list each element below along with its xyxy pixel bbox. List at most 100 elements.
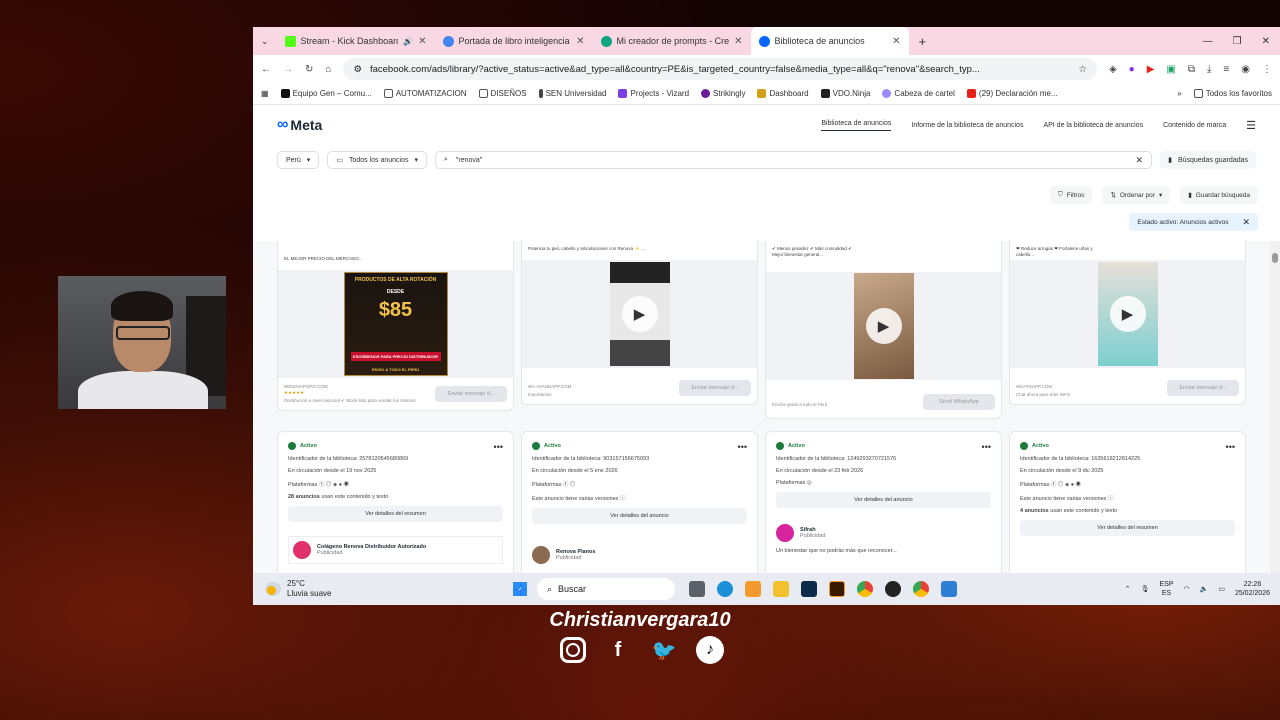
bookmark-folder[interactable]: DISEÑOS	[478, 89, 527, 98]
saved-searches-button[interactable]: ▮ Búsquedas guardadas	[1160, 151, 1256, 169]
tab-kick[interactable]: Stream - Kick Dashboard 🔊 ✕	[277, 27, 435, 55]
summary-details-button[interactable]: Ver detalles del resumen	[1020, 520, 1235, 536]
restore-icon[interactable]: ❐	[1233, 36, 1242, 47]
new-tab-icon[interactable]: +	[909, 34, 937, 49]
bookmark-item[interactable]: Dashboard	[757, 89, 809, 98]
bookmark-item[interactable]: VDO.Ninja	[820, 89, 870, 98]
country-select[interactable]: Perú ▾	[277, 151, 320, 169]
more-options-icon[interactable]: •••	[494, 442, 503, 452]
chrome-icon[interactable]	[913, 581, 929, 597]
send-message-button[interactable]: Enviar mensaje d...	[679, 380, 751, 396]
ad-video[interactable]: ▶	[1097, 262, 1158, 366]
active-status-chip[interactable]: Estado activo: Anuncios activos ✕	[1129, 213, 1258, 231]
close-window-icon[interactable]: ✕	[1262, 36, 1270, 47]
advertiser[interactable]: Sifrah Publicidad	[776, 524, 991, 542]
extension-icon[interactable]: ●	[1129, 64, 1135, 75]
close-tab-icon[interactable]: ✕	[576, 36, 584, 47]
send-message-button[interactable]: Enviar mensaje d...	[435, 386, 507, 402]
hamburger-icon[interactable]: ☰	[1246, 119, 1256, 132]
home-icon[interactable]: ⌂	[325, 64, 331, 75]
advertiser[interactable]: Colágeno Renova Distribuidor Autorizado P…	[288, 536, 503, 564]
site-info-icon[interactable]: ⚙	[353, 64, 362, 75]
bookmark-star-icon[interactable]: ☆	[1078, 64, 1087, 75]
menu-icon[interactable]: ≡	[1223, 64, 1229, 75]
filters-button[interactable]: ⛉ Filtros	[1049, 186, 1093, 204]
extensions-puzzle-icon[interactable]: ⧉	[1188, 64, 1195, 75]
microphone-icon[interactable]: 🎙	[1141, 585, 1150, 593]
nav-branded-content[interactable]: Contenido de marca	[1163, 122, 1226, 129]
bookmark-item[interactable]: SEN Universidad	[538, 89, 606, 98]
play-icon[interactable]: ▶	[1109, 296, 1146, 332]
clear-search-icon[interactable]: ✕	[1136, 155, 1144, 166]
forward-icon[interactable]: →	[283, 64, 293, 75]
minimize-icon[interactable]: —	[1203, 36, 1213, 47]
chrome-icon[interactable]	[857, 581, 873, 597]
nav-api[interactable]: API de la biblioteca de anuncios	[1043, 122, 1143, 129]
bookmark-item[interactable]: Cabeza de cartel	[882, 89, 955, 98]
close-tab-icon[interactable]: ✕	[418, 36, 426, 47]
tab-prompts[interactable]: Mi creador de prompts - Creac ✕	[593, 27, 751, 55]
play-icon[interactable]: ▶	[865, 308, 902, 344]
tray-chevron-icon[interactable]: ⌃	[1125, 585, 1131, 593]
kebab-menu-icon[interactable]: ⋮	[1262, 64, 1272, 75]
reload-icon[interactable]: ↻	[305, 64, 313, 75]
file-explorer-icon[interactable]	[773, 581, 789, 597]
windows-start-icon[interactable]	[513, 582, 527, 596]
more-options-icon[interactable]: •••	[738, 442, 747, 452]
extension-icon[interactable]: ▣	[1166, 64, 1175, 75]
ad-creative-image[interactable]: PRODUCTOS DE ALTA ROTACIÓN DESDE $85 ESC…	[343, 272, 448, 376]
bookmark-folder[interactable]: AUTOMATIZACION	[383, 89, 467, 98]
all-bookmarks[interactable]: Todos los favoritos	[1193, 89, 1272, 98]
edge-icon[interactable]	[717, 581, 733, 597]
url-field[interactable]: ⚙ facebook.com/ads/library/?active_status…	[343, 58, 1097, 80]
sort-button[interactable]: ⇅ Ordenar por ▾	[1102, 186, 1171, 204]
bookmark-item[interactable]: Projects - Vizard	[618, 89, 689, 98]
more-options-icon[interactable]: •••	[982, 442, 991, 452]
close-tab-icon[interactable]: ✕	[734, 36, 742, 47]
chevron-right-icon[interactable]: »	[1177, 89, 1181, 98]
remove-filter-icon[interactable]: ✕	[1242, 217, 1250, 228]
ad-details-button[interactable]: Ver detalles del anuncio	[532, 508, 747, 524]
page-scrollbar[interactable]	[1270, 241, 1280, 573]
ad-video[interactable]: ▶	[853, 273, 914, 379]
shield-icon[interactable]: ◈	[1109, 64, 1117, 75]
illustrator-icon[interactable]	[829, 581, 845, 597]
save-search-button[interactable]: ▮ Guardar búsqueda	[1180, 186, 1258, 204]
taskbar-search[interactable]: ⌕ Buscar	[537, 578, 675, 600]
task-view-icon[interactable]	[689, 581, 705, 597]
advertiser[interactable]: Renova Planos Publicidad	[532, 546, 747, 564]
extension-icon[interactable]: ▶	[1147, 64, 1155, 75]
back-icon[interactable]: ←	[261, 64, 271, 75]
wifi-icon[interactable]: ◠	[1184, 585, 1190, 593]
tab-portada[interactable]: Portada de libro inteligencia ar ✕	[435, 27, 593, 55]
language-indicator[interactable]: ESP ES	[1159, 580, 1173, 598]
bookmark-item[interactable]: Strikingly	[701, 89, 745, 98]
close-tab-icon[interactable]: ✕	[892, 36, 900, 47]
tab-ads-library[interactable]: Biblioteca de anuncios ✕	[750, 27, 909, 55]
clock[interactable]: 22:26 25/02/2026	[1235, 580, 1270, 598]
send-whatsapp-button[interactable]: Send WhatsApp	[923, 394, 995, 410]
bookmark-item[interactable]: (29) Declaración me...	[966, 89, 1058, 98]
nav-ads-report[interactable]: Informe de la biblioteca de anuncios	[911, 122, 1023, 129]
photoshop-icon[interactable]	[801, 581, 817, 597]
play-icon[interactable]: ▶	[621, 296, 658, 332]
profile-avatar-icon[interactable]: ◉	[1241, 64, 1250, 75]
more-options-icon[interactable]: •••	[1226, 442, 1235, 452]
apps-grid-icon[interactable]: ▦	[261, 89, 269, 98]
obs-icon[interactable]	[885, 581, 901, 597]
nav-ads-library[interactable]: Biblioteca de anuncios	[821, 120, 892, 131]
battery-icon[interactable]: ▭	[1218, 585, 1225, 593]
app-icon[interactable]	[941, 581, 957, 597]
send-message-button[interactable]: Enviar mensaje d...	[1167, 380, 1239, 396]
download-icon[interactable]: ⤓	[1207, 64, 1211, 75]
summary-details-button[interactable]: Ver detalles del resumen	[288, 506, 503, 522]
meta-logo[interactable]: ∞ Meta	[277, 116, 322, 134]
volume-icon[interactable]: 🔈	[1200, 585, 1209, 593]
ad-video[interactable]: ▶	[609, 262, 670, 366]
tab-list-chevron-icon[interactable]: ⌄	[253, 36, 277, 47]
weather-widget[interactable]: 25°C Lluvia suave	[253, 579, 513, 599]
search-input[interactable]: ⌕ "renova" ✕	[435, 151, 1153, 169]
speaker-icon[interactable]: 🔊	[403, 37, 413, 46]
ad-category-select[interactable]: ▭ Todos los anuncios ▾	[327, 151, 427, 169]
search-app-icon[interactable]	[745, 581, 761, 597]
